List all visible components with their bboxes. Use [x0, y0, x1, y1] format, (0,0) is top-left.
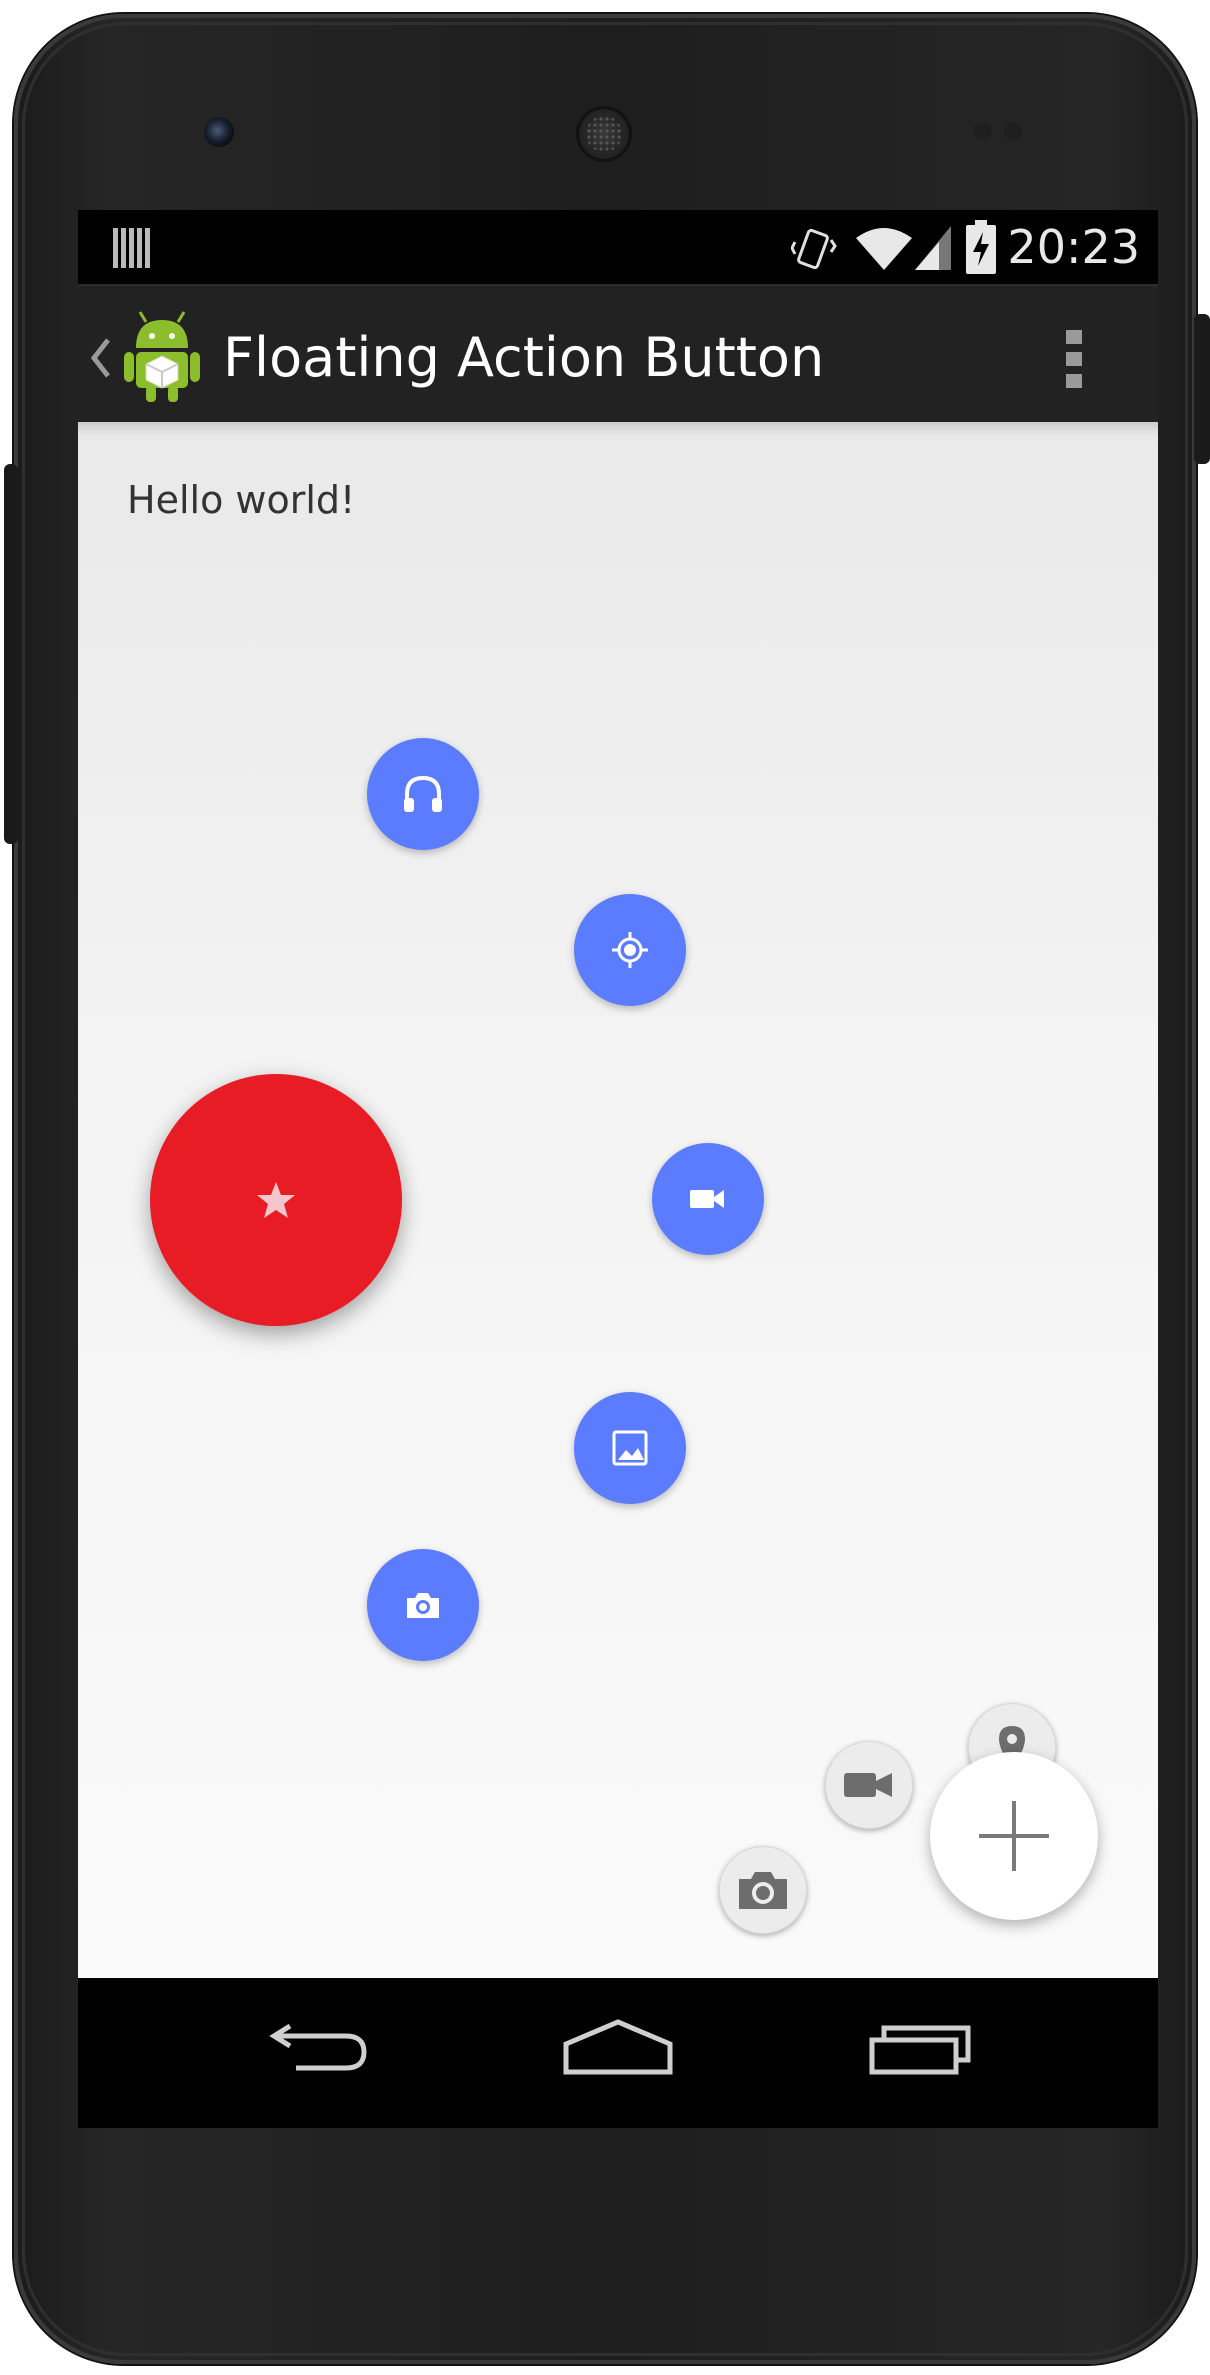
- camera-icon: [739, 1872, 787, 1909]
- volume-button: [4, 464, 18, 844]
- proximity-sensor: [974, 122, 992, 140]
- navigation-bar: [78, 1978, 1158, 2128]
- back-icon[interactable]: [268, 2016, 368, 2076]
- videocam-fab[interactable]: [652, 1143, 764, 1255]
- hello-text: Hello world!: [127, 478, 356, 522]
- star-icon: [257, 1182, 295, 1218]
- action-bar: Floating Action Button: [78, 284, 1158, 424]
- main-content: Hello world!: [78, 422, 1158, 2080]
- android-app-icon[interactable]: [122, 308, 202, 404]
- screen: 20:23 Floating Action Button Hello world…: [78, 210, 1158, 2128]
- camera-menu-fab[interactable]: [719, 1846, 807, 1934]
- wifi-icon: [856, 228, 912, 270]
- star-fab[interactable]: [150, 1074, 402, 1326]
- image-icon: [612, 1430, 648, 1466]
- location-target-fab[interactable]: [574, 894, 686, 1006]
- videocam-menu-fab[interactable]: [825, 1741, 913, 1829]
- page-title: Floating Action Button: [223, 326, 825, 389]
- earpiece-speaker: [576, 106, 632, 162]
- camera-fab[interactable]: [367, 1549, 479, 1661]
- light-sensor: [1004, 122, 1022, 140]
- notification-icon: [113, 228, 150, 268]
- home-icon[interactable]: [562, 2016, 674, 2076]
- status-bar: 20:23: [78, 210, 1158, 284]
- phone-frame: 20:23 Floating Action Button Hello world…: [4, 14, 1210, 2364]
- battery-charging-icon: [966, 220, 996, 274]
- add-fab[interactable]: [930, 1752, 1098, 1920]
- headphones-fab[interactable]: [367, 738, 479, 850]
- recents-icon[interactable]: [868, 2016, 974, 2076]
- back-caret-icon[interactable]: [88, 336, 112, 380]
- location-target-icon: [612, 932, 648, 968]
- add-icon: [979, 1801, 1049, 1871]
- signal-icon: [915, 226, 951, 270]
- overflow-menu-icon[interactable]: [1066, 330, 1084, 390]
- vibrate-icon: [791, 228, 837, 270]
- headphones-icon: [404, 775, 442, 812]
- power-button: [1194, 314, 1210, 464]
- videocam-icon: [844, 1773, 892, 1797]
- videocam-icon: [690, 1190, 724, 1208]
- camera-icon: [407, 1593, 439, 1618]
- front-camera: [204, 117, 234, 147]
- image-fab[interactable]: [574, 1392, 686, 1504]
- status-time: 20:23: [1007, 220, 1140, 274]
